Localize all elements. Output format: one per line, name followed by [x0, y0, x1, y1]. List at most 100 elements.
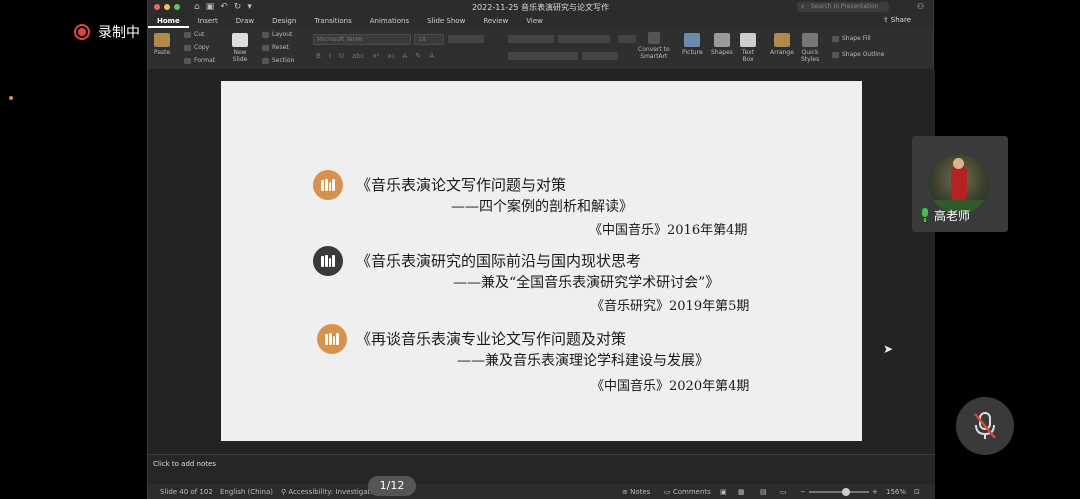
- bold-icon[interactable]: B: [316, 52, 321, 60]
- text-direction-buttons[interactable]: [582, 52, 618, 60]
- columns-button[interactable]: [618, 35, 636, 43]
- quick-styles-button[interactable]: Quick Styles: [801, 33, 819, 63]
- shape-outline-button[interactable]: Shape Outline: [832, 51, 884, 58]
- font-color-icon[interactable]: A: [429, 52, 434, 60]
- section-button[interactable]: Section: [262, 57, 294, 64]
- mute-button[interactable]: [956, 397, 1014, 455]
- font-name-select[interactable]: Microsoft YaHei: [313, 34, 411, 45]
- close-window-button[interactable]: [154, 4, 160, 10]
- share-button[interactable]: ⇪ Share: [883, 16, 911, 24]
- text-effects-icon[interactable]: A: [403, 52, 408, 60]
- reset-button[interactable]: Reset: [262, 44, 289, 51]
- participant-video-tile[interactable]: 高老师: [912, 136, 1008, 232]
- slide-editor: 《音乐表演论文写作问题与对策 ——四个案例的剖析和解读》 《中国音乐》2016年…: [148, 70, 935, 454]
- language-indicator[interactable]: English (China): [220, 488, 273, 496]
- notes-pane[interactable]: Click to add notes: [148, 454, 935, 484]
- zoom-slider[interactable]: [809, 491, 869, 493]
- shapes-button[interactable]: Shapes: [711, 33, 733, 56]
- tab-design[interactable]: Design: [263, 14, 305, 28]
- notes-toggle-button[interactable]: ≡ Notes: [622, 488, 650, 496]
- tab-insert[interactable]: Insert: [189, 14, 227, 28]
- fit-slide-icon[interactable]: ⊡: [914, 488, 920, 496]
- slide-canvas[interactable]: 《音乐表演论文写作问题与对策 ——四个案例的剖析和解读》 《中国音乐》2016年…: [221, 81, 862, 441]
- search-input[interactable]: ⌕ Search in Presentation: [797, 2, 889, 12]
- arrange-label: Arrange: [770, 49, 794, 56]
- account-icon[interactable]: ⚇: [917, 2, 927, 12]
- customize-toolbar-icon[interactable]: ▾: [247, 2, 252, 12]
- alignment-buttons[interactable]: [508, 52, 578, 60]
- tab-transitions[interactable]: Transitions: [305, 14, 361, 28]
- comments-toggle-label: Comments: [672, 488, 711, 496]
- record-icon: [74, 24, 90, 40]
- new-slide-button[interactable]: New Slide: [232, 33, 248, 63]
- share-label: Share: [890, 16, 911, 24]
- new-slide-icon: [232, 33, 248, 47]
- shape-fill-button[interactable]: Shape Fill: [832, 35, 871, 42]
- font-size-select[interactable]: 18: [414, 34, 444, 45]
- entry-source: 《中国音乐》2016年第4期: [589, 223, 748, 238]
- powerpoint-window: ⌂ ▣ ↶ ↻ ▾ 2022-11-25 音乐表演研究与论文写作 ⌕ Searc…: [147, 0, 935, 499]
- save-icon[interactable]: ▣: [206, 2, 215, 12]
- italic-icon[interactable]: I: [329, 52, 331, 60]
- slide-show-icon[interactable]: ▭: [780, 488, 787, 496]
- arrange-button[interactable]: Arrange: [770, 33, 794, 56]
- quick-styles-icon: [802, 33, 819, 47]
- shape-outline-icon: [832, 51, 839, 58]
- redo-icon[interactable]: ↻: [234, 2, 242, 12]
- cut-button[interactable]: Cut: [184, 31, 204, 38]
- zoom-slider-handle[interactable]: [842, 488, 851, 496]
- cut-icon: [184, 31, 191, 38]
- undo-icon[interactable]: ↶: [220, 2, 228, 12]
- text-box-button[interactable]: Text Box: [740, 33, 756, 63]
- cut-label: Cut: [194, 31, 205, 38]
- tab-animations[interactable]: Animations: [361, 14, 418, 28]
- format-painter-icon: [184, 57, 191, 64]
- accessibility-button[interactable]: ⚲ Accessibility: Investigate: [281, 488, 375, 496]
- screen: 录制中 ⌂ ▣ ↶ ↻ ▾ 2022-11-25 音乐表演研究与论文写作 ⌕ S…: [0, 0, 1080, 499]
- zoom-out-button[interactable]: −: [800, 488, 806, 496]
- tab-review[interactable]: Review: [474, 14, 517, 28]
- books-icon: [313, 170, 343, 200]
- quick-styles-label: Quick Styles: [801, 49, 820, 63]
- shape-fill-label: Shape Fill: [842, 35, 871, 42]
- tab-home[interactable]: Home: [148, 14, 189, 28]
- subscript-icon[interactable]: x₂: [388, 52, 395, 60]
- home-icon[interactable]: ⌂: [194, 2, 200, 12]
- text-box-label: Text Box: [741, 49, 755, 63]
- entry-source: 《中国音乐》2020年第4期: [591, 379, 750, 394]
- slide-sorter-icon[interactable]: ▦: [738, 488, 745, 496]
- zoom-in-button[interactable]: +: [872, 488, 878, 496]
- reading-view-icon[interactable]: ▤: [760, 488, 767, 496]
- tab-draw[interactable]: Draw: [227, 14, 263, 28]
- entry-subtitle: ——兼及音乐表演理论学科建设与发展》: [457, 353, 709, 369]
- highlight-icon[interactable]: ✎: [415, 52, 421, 60]
- recording-indicator[interactable]: 录制中: [74, 22, 140, 42]
- tab-view[interactable]: View: [517, 14, 552, 28]
- paste-button[interactable]: Paste: [154, 33, 170, 56]
- font-size-controls[interactable]: [448, 35, 484, 43]
- minimize-window-button[interactable]: [164, 4, 170, 10]
- zoom-window-button[interactable]: [174, 4, 180, 10]
- participant-name-bar: 高老师: [912, 204, 1008, 226]
- paste-icon: [154, 33, 171, 47]
- format-painter-button[interactable]: Format: [184, 57, 215, 64]
- normal-view-icon[interactable]: ▣: [720, 488, 727, 496]
- books-icon: [313, 246, 343, 276]
- shape-fill-icon: [832, 35, 839, 42]
- indent-buttons[interactable]: [558, 35, 610, 43]
- comments-toggle-button[interactable]: ▭ Comments: [664, 488, 711, 496]
- strikethrough-icon[interactable]: abc: [352, 52, 365, 60]
- list-buttons[interactable]: [508, 35, 554, 43]
- convert-smartart-button[interactable]: Convert to SmartArt: [638, 32, 670, 60]
- tab-slide-show[interactable]: Slide Show: [418, 14, 474, 28]
- layout-button[interactable]: Layout: [262, 31, 292, 38]
- zoom-level[interactable]: 156%: [886, 488, 906, 496]
- picture-button[interactable]: Picture: [682, 33, 703, 56]
- superscript-icon[interactable]: x²: [373, 52, 380, 60]
- shapes-label: Shapes: [711, 49, 733, 56]
- section-label: Section: [272, 57, 295, 64]
- books-icon: [317, 324, 347, 354]
- copy-button[interactable]: Copy: [184, 44, 209, 51]
- underline-icon[interactable]: U: [339, 52, 344, 60]
- format-label: Format: [194, 57, 216, 64]
